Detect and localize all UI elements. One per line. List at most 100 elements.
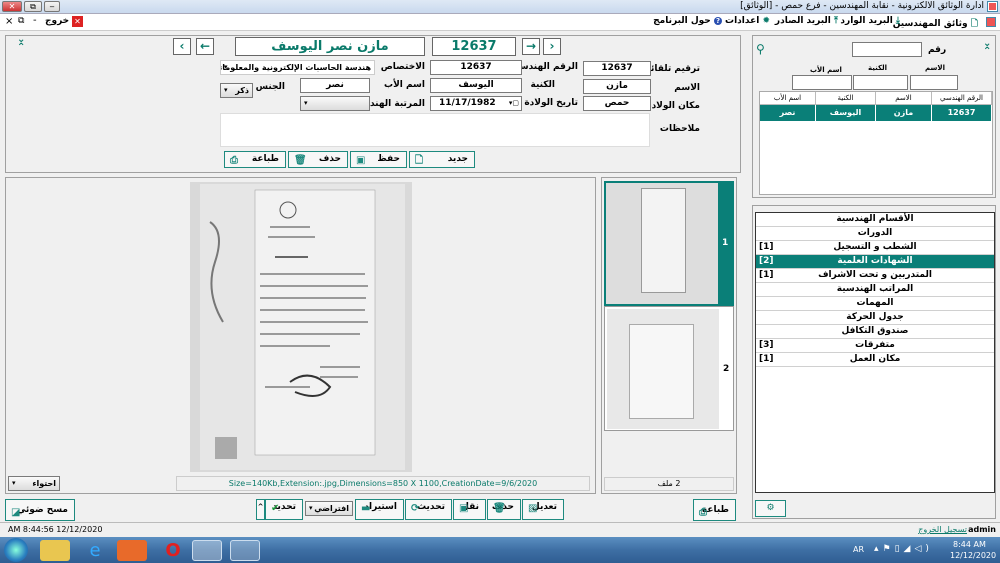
search-father-label: اسم الأب (810, 66, 842, 74)
start-button[interactable] (4, 538, 28, 562)
category-label: صندوق التكافل (841, 326, 909, 336)
category-label: مكان العمل (849, 354, 901, 364)
category-item[interactable]: صندوق التكافل (756, 325, 994, 339)
table-row[interactable]: 12637 مازن اليوسف نصر (760, 105, 992, 121)
specialty-label: الاختصاص (380, 62, 425, 72)
birth-date-picker[interactable]: 11/17/1982 ▢▾ (430, 96, 522, 111)
column-header[interactable]: اسم الأب (760, 92, 816, 104)
search-first-input[interactable] (910, 75, 958, 90)
gender-select[interactable]: ذكر ▾ (220, 83, 253, 98)
minimize-window-button[interactable]: ‒ (44, 1, 60, 12)
print-button[interactable]: طباعة ⎙ (224, 151, 286, 168)
category-item[interactable]: الشهادات العلمية [2] (756, 255, 994, 269)
birth-place-label: مكان الولادة (646, 101, 700, 111)
next-record-button[interactable]: → (522, 38, 540, 55)
fit-mode-select[interactable]: احتواء ▾ (8, 476, 60, 491)
scan-button[interactable]: مسح ضوئي ◪ (5, 499, 75, 521)
category-item[interactable]: المهمات (756, 297, 994, 311)
category-item[interactable]: مكان العمل [1] (756, 353, 994, 367)
mdi-close-icon[interactable]: × (5, 16, 13, 27)
eng-number-field[interactable]: 12637 (430, 60, 522, 75)
first-name-field[interactable]: مازن (583, 79, 651, 94)
settings-button[interactable]: ⚙ (755, 500, 786, 517)
category-label: متفرقات (855, 340, 895, 350)
menu-settings[interactable]: ✹ اعدادات (725, 16, 770, 26)
menu-documents[interactable]: 🗋 وثائق المهندسين (893, 16, 978, 32)
previous-record-button[interactable]: ← (196, 38, 214, 55)
select-button[interactable]: تحديد ✔ (265, 499, 303, 520)
menu-outbox[interactable]: ⤒ البريد الصادر (775, 16, 838, 26)
last-record-button[interactable]: ‹ (173, 38, 191, 55)
clock-date[interactable]: 12/12/2020 (950, 551, 996, 560)
column-header[interactable]: الاسم (876, 92, 932, 104)
printer-icon: ⎙ (699, 507, 707, 518)
move-button[interactable]: نقل ▣ (453, 499, 486, 520)
ie-taskbar-icon[interactable]: e (80, 540, 110, 561)
notes-textarea[interactable] (220, 113, 650, 147)
restore-window-button[interactable]: ⧉ (24, 1, 42, 12)
close-window-button[interactable]: ✕ (2, 1, 22, 12)
birth-date-label: تاريخ الولادة (524, 98, 578, 108)
category-item[interactable]: الأقسام الهندسية (756, 213, 994, 227)
record-number-display: 12637 (432, 37, 516, 56)
import-button[interactable]: استيراد ▬ (355, 499, 404, 520)
tray-icons[interactable]: ▴⚑▯◢◁) (874, 544, 933, 554)
search-last-input[interactable] (853, 75, 908, 90)
category-item[interactable]: المراتب الهندسية (756, 283, 994, 297)
search-number-input[interactable] (852, 42, 922, 57)
search-icon[interactable]: ⚲ (756, 42, 765, 56)
save-button[interactable]: حفظ ▣ (350, 151, 407, 168)
paint-taskbar-icon[interactable] (230, 540, 260, 561)
thumbnail-1[interactable]: 1 (604, 181, 734, 306)
first-record-button[interactable]: › (543, 38, 561, 55)
expand-up-button[interactable]: ^ (256, 499, 265, 520)
category-item[interactable]: الشطب و التسجيل [1] (756, 241, 994, 255)
file-info-bar: Size=140Kb,Extension:.jpg,Dimensions=850… (176, 476, 590, 491)
opera-taskbar-icon[interactable]: O (158, 540, 188, 561)
father-name-field[interactable]: نصر (300, 78, 370, 93)
thumbnail-2[interactable]: 2 (604, 306, 734, 431)
logout-link[interactable]: تسجيل الخروج (918, 525, 967, 534)
delete-image-button[interactable]: حذف 🗑 (487, 499, 521, 520)
last-name-field[interactable]: اليوسف (430, 78, 522, 93)
calendar-icon[interactable]: ▢▾ (509, 97, 519, 110)
birth-place-field[interactable]: حمص (583, 96, 651, 111)
document-image[interactable] (190, 182, 412, 472)
category-count: [1] (759, 242, 774, 252)
delete-button[interactable]: حذف 🗑 (288, 151, 348, 168)
clock-time[interactable]: 8:44 AM (953, 540, 986, 549)
document-icon: 🗋 (970, 19, 978, 29)
category-item[interactable]: جدول الحركة (756, 311, 994, 325)
edit-button[interactable]: تعديل ▨ (522, 499, 564, 520)
gender-label: الجنس (255, 82, 285, 92)
language-indicator[interactable]: AR (853, 545, 864, 554)
category-item[interactable]: المتدربين و تحت الاشراف [1] (756, 269, 994, 283)
menu-inbox[interactable]: ⤓ البريد الوارد (840, 16, 900, 26)
save-icon: ▣ (356, 155, 366, 166)
search-first-label: الاسم (925, 64, 945, 72)
explorer-taskbar-icon[interactable] (40, 540, 70, 561)
eng-rank-select[interactable]: ▾ (300, 96, 370, 111)
collapse-toggle-icon[interactable]: ⌄ ⌃ (983, 39, 991, 57)
column-header[interactable]: الكنية (816, 92, 876, 104)
mdi-restore-icon[interactable]: ⧉ (18, 16, 24, 26)
mdi-minimize-icon[interactable]: - (33, 15, 37, 26)
category-item[interactable]: الدورات (756, 227, 994, 241)
exit-button[interactable]: خروج ✕ (45, 16, 85, 29)
search-father-input[interactable] (792, 75, 852, 90)
status-bar: AM 8:44:56 12/12/2020 admin تسجيل الخروج (0, 522, 1000, 537)
collapse-toggle-icon[interactable]: ⌄ ⌃ (17, 35, 25, 53)
category-label: جدول الحركة (846, 312, 904, 322)
app-taskbar-icon[interactable] (192, 540, 222, 561)
menu-about[interactable]: ? حول البرنامج (653, 16, 722, 26)
specialty-select[interactable]: هندسة الحاسبات الإلكترونية والمعلوماتية ▾ (220, 60, 375, 75)
column-header[interactable]: الرقم الهندسي (932, 92, 992, 104)
media-taskbar-icon[interactable] (117, 540, 147, 561)
refresh-button[interactable]: تحديث ⟳ (405, 499, 452, 520)
print-image-button[interactable]: طباعة ⎙ (693, 499, 736, 521)
category-count: [1] (759, 270, 774, 280)
new-button[interactable]: جديد 🗋 (409, 151, 475, 168)
auto-number-field[interactable]: 12637 (583, 61, 651, 76)
category-item[interactable]: متفرقات [3] (756, 339, 994, 353)
profile-select[interactable]: افتراضي ▾ (305, 501, 353, 516)
